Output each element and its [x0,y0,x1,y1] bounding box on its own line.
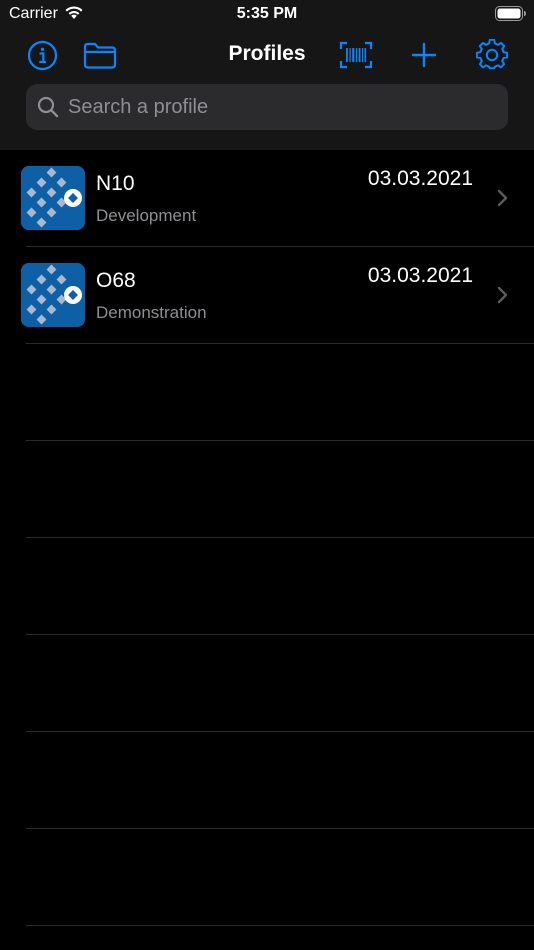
profile-row-n10[interactable]: N10 Development 03.03.2021 [0,150,534,247]
folder-icon [83,42,117,69]
profile-logo-icon [21,263,85,327]
navigation-bar: Profiles [0,30,534,78]
settings-button[interactable] [475,38,509,72]
empty-row [0,829,534,926]
scan-barcode-button[interactable] [339,38,373,72]
info-button[interactable] [25,38,59,72]
gear-icon [476,39,508,70]
search-field[interactable] [26,84,508,130]
profile-subtitle: Demonstration [96,303,207,322]
profile-row-o68[interactable]: O68 Demonstration 03.03.2021 [0,247,534,344]
search-input[interactable] [66,86,508,128]
profile-date: 03.03.2021 [367,167,473,190]
add-profile-button[interactable] [407,38,441,72]
info-icon [27,40,57,70]
profile-subtitle: Development [96,206,197,225]
empty-row [0,538,534,635]
profile-date: 03.03.2021 [367,264,473,287]
status-time: 5:35 PM [236,5,298,22]
status-bar: Carrier 5:35 PM [0,0,534,28]
profile-app-icon [21,166,85,230]
battery-icon [495,6,526,21]
barcode-scan-icon [339,41,373,69]
profile-name: N10 [96,172,135,195]
profile-name: O68 [96,269,136,292]
page-title: Profiles [228,42,306,65]
folder-button[interactable] [83,38,117,72]
empty-row [0,344,534,441]
search-icon [37,96,59,118]
empty-row [0,441,534,538]
plus-icon [411,42,437,68]
profile-list: N10 Development 03.03.2021 O68 Demonstra… [0,150,534,926]
profile-app-icon [21,263,85,327]
empty-row [0,635,534,732]
chevron-right-icon [497,286,508,304]
chevron-right-icon [497,189,508,207]
profile-logo-icon [21,166,85,230]
empty-row [0,732,534,829]
